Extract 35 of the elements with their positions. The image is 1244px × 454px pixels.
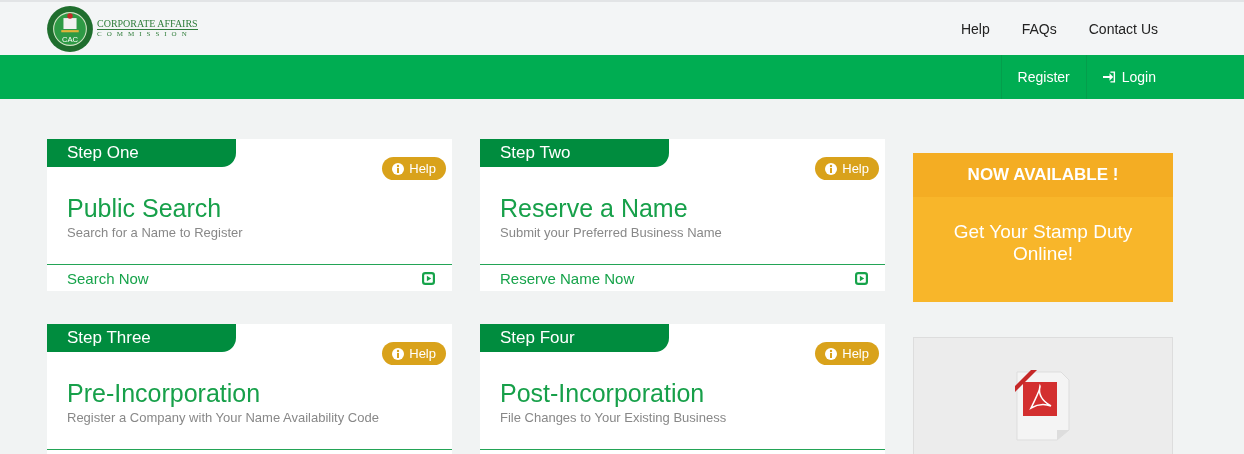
step-title: Post-Incorporation [500, 379, 706, 408]
nav-link[interactable]: Help [960, 20, 990, 37]
promo-text: Get Your Stamp Duty Online! [952, 220, 1134, 265]
play-icon[interactable] [855, 271, 868, 285]
step-description: File Changes to Your Existing Business [500, 410, 728, 425]
step-label: Step Four [480, 324, 669, 352]
logo-title: CORPORATE AFFAIRS [97, 18, 198, 30]
help-button[interactable]: Help [382, 157, 446, 180]
nav-link[interactable]: Contact Us [1088, 20, 1158, 37]
step-description: Search for a Name to Register [67, 225, 244, 240]
info-icon [392, 347, 405, 360]
step-title: Reserve a Name [500, 194, 689, 223]
step-label: Step Two [480, 139, 669, 167]
account-link[interactable]: Login [1085, 55, 1172, 99]
account-link[interactable]: Register [1000, 55, 1086, 99]
step-label: Step Three [47, 324, 236, 352]
step-title: Pre-Incorporation [67, 379, 262, 408]
help-button[interactable]: Help [382, 342, 446, 365]
step-description: Submit your Preferred Business Name [500, 225, 723, 240]
step-title: Public Search [67, 194, 223, 223]
step-link[interactable]: Reserve Name Now [500, 269, 635, 287]
promo-banner[interactable]: NOW AVAILABLE ! Get Your Stamp Duty Online! [913, 153, 1173, 302]
sign-in-icon [1102, 71, 1116, 83]
nav-link[interactable]: FAQs [1021, 20, 1057, 37]
step-description: Register a Company with Your Name Availability Code [67, 410, 380, 425]
help-button[interactable]: Help [815, 342, 879, 365]
promo-heading: NOW AVAILABLE ! [913, 153, 1173, 197]
step-label: Step One [47, 139, 236, 167]
help-button[interactable]: Help [815, 157, 879, 180]
step-link[interactable]: Search Now [67, 269, 149, 287]
seal-logo[interactable]: CAC [46, 4, 94, 53]
info-icon [825, 347, 838, 360]
play-icon[interactable] [422, 271, 435, 285]
info-icon [825, 162, 838, 175]
info-icon [392, 162, 405, 175]
